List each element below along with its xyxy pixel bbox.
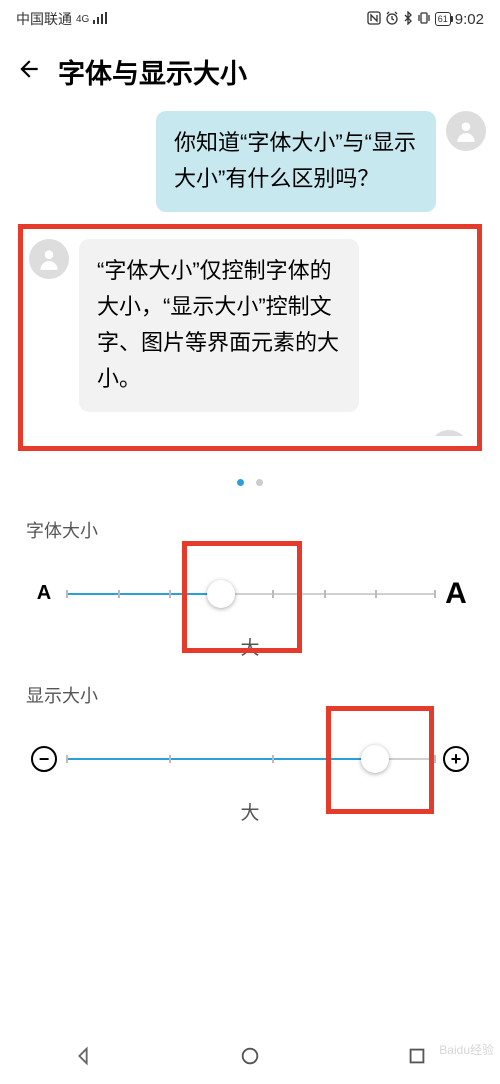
nfc-icon — [367, 11, 381, 28]
watermark: Baidu经验 — [439, 1041, 494, 1058]
page-title: 字体与显示大小 — [58, 52, 247, 91]
nav-home-icon[interactable] — [239, 1045, 261, 1072]
slider-track[interactable] — [66, 758, 434, 760]
font-size-value: 大 — [0, 633, 500, 660]
slider-fill — [66, 593, 221, 595]
nav-recent-icon[interactable] — [406, 1045, 428, 1072]
display-size-slider[interactable]: − + — [0, 734, 500, 784]
chat-row-in: “字体大小”仅控制字体的大小，“显示大小”控制文字、图片等界面元素的大小。 — [29, 239, 471, 412]
back-icon[interactable] — [16, 56, 42, 88]
font-size-slider[interactable]: A A — [0, 569, 500, 619]
display-size-value: 大 — [0, 798, 500, 825]
battery-icon: 61 — [435, 12, 451, 26]
display-size-label: 显示大小 — [0, 682, 500, 708]
chat-bubble-in: “字体大小”仅控制字体的大小，“显示大小”控制文字、图片等界面元素的大小。 — [79, 239, 359, 412]
font-size-label: 字体大小 — [0, 517, 500, 543]
vibrate-icon — [417, 11, 431, 28]
slider-fill — [66, 758, 375, 760]
status-bar: 中国联通 4G 61 9:02 — [0, 0, 500, 38]
nav-bar — [0, 1032, 500, 1084]
chat-bubble-out: 你知道“字体大小”与“显示大小”有什么区别吗？ — [156, 111, 436, 212]
avatar-icon — [429, 430, 469, 436]
nav-back-icon[interactable] — [72, 1045, 94, 1072]
page-indicator — [0, 473, 500, 491]
slider-track[interactable] — [66, 593, 434, 595]
header: 字体与显示大小 — [0, 38, 500, 111]
dot-active — [237, 479, 244, 486]
annotation-highlight-1: “字体大小”仅控制字体的大小，“显示大小”控制文字、图片等界面元素的大小。 — [18, 224, 482, 451]
bluetooth-icon — [403, 11, 413, 28]
plus-icon[interactable]: + — [438, 746, 474, 772]
big-a-icon: A — [438, 577, 474, 611]
avatar-icon — [29, 239, 69, 279]
status-right: 61 9:02 — [367, 11, 484, 28]
status-left: 中国联通 4G — [16, 9, 109, 29]
small-a-icon: A — [26, 582, 62, 605]
signal-icon — [93, 11, 109, 27]
chat-row-out: 你知道“字体大小”与“显示大小”有什么区别吗？ — [14, 111, 486, 212]
preview-area: 你知道“字体大小”与“显示大小”有什么区别吗？ “字体大小”仅控制字体的大小，“… — [0, 111, 500, 451]
slider-thumb[interactable] — [361, 745, 389, 773]
network-label: 4G — [76, 14, 89, 25]
clock-label: 9:02 — [455, 11, 484, 28]
carrier-label: 中国联通 — [16, 9, 72, 29]
minus-icon[interactable]: − — [26, 746, 62, 772]
slider-thumb[interactable] — [207, 580, 235, 608]
avatar-icon — [446, 111, 486, 151]
alarm-icon — [385, 11, 399, 28]
dot — [256, 479, 263, 486]
